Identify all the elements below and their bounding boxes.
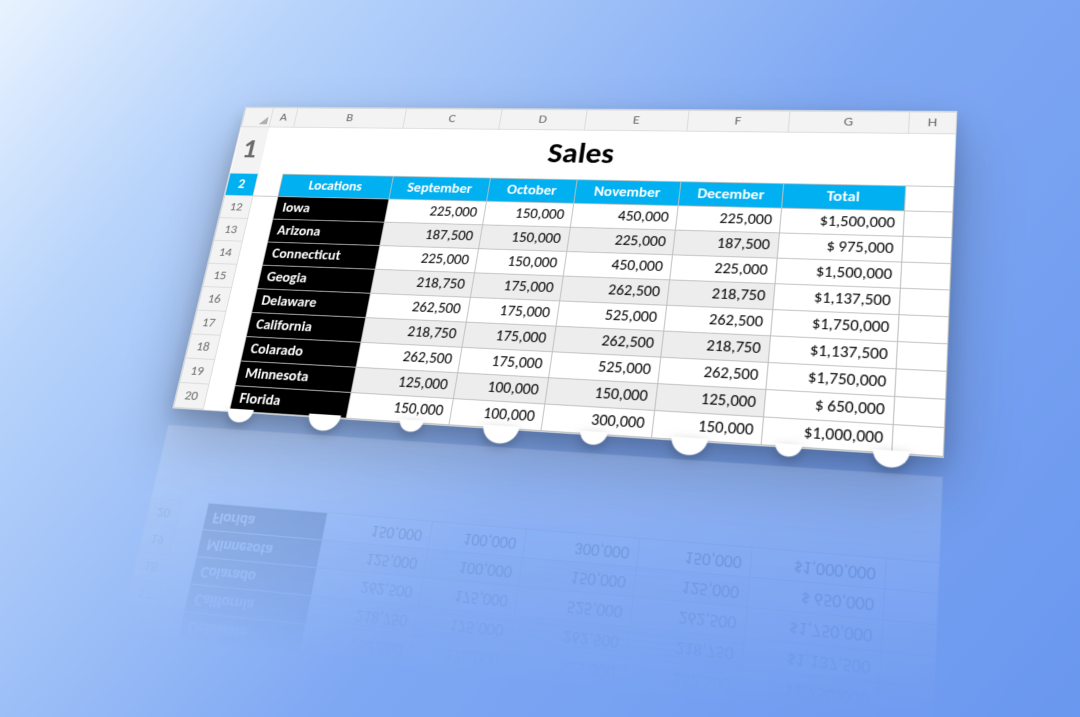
col-header-B[interactable]: B	[294, 108, 407, 128]
header-total[interactable]: Total	[782, 183, 906, 210]
cell-location[interactable]: Iowa	[273, 196, 389, 222]
perspective-stage: A B C D E F G H 1 Sales	[117, 106, 958, 717]
cell-location[interactable]: Florida	[202, 503, 327, 540]
cell-total[interactable]: $ 975,000	[777, 233, 903, 262]
cell-october[interactable]: 150,000	[483, 201, 574, 227]
cell-september[interactable]: 225,000	[384, 199, 486, 225]
cell-december[interactable]: 225,000	[675, 206, 781, 233]
cell-november[interactable]: 450,000	[563, 251, 672, 279]
header-december[interactable]: December	[678, 181, 784, 207]
background: A B C D E F G H 1 Sales	[0, 0, 1080, 717]
header-locations[interactable]: Locations	[278, 174, 393, 199]
cell-october[interactable]: 175,000	[470, 273, 563, 301]
col-header-H[interactable]: H	[908, 112, 956, 134]
row-header[interactable]: 20	[145, 498, 181, 527]
col-header-E[interactable]: E	[584, 110, 689, 131]
cell-november[interactable]: 225,000	[567, 227, 676, 255]
select-all-corner[interactable]	[241, 108, 273, 127]
cell-october[interactable]: 150,000	[479, 225, 571, 252]
cell-september[interactable]: 150,000	[346, 392, 453, 424]
cell-september[interactable]: 187,500	[380, 222, 483, 249]
col-header-C[interactable]: C	[403, 109, 502, 130]
cell-october[interactable]: 175,000	[466, 297, 559, 326]
cell-december[interactable]: 187,500	[673, 230, 780, 258]
cell-september[interactable]: 225,000	[375, 245, 478, 272]
cell-total[interactable]: $1,500,000	[779, 208, 904, 236]
row-header[interactable]: 16	[119, 606, 156, 637]
spreadsheet-table: A B C D E F G H 1 Sales	[173, 107, 957, 457]
cell-november[interactable]: 450,000	[570, 203, 678, 230]
reflection: 16 Delaware 262,500 175,000 525,000 262,…	[117, 424, 943, 717]
header-october[interactable]: October	[487, 178, 578, 203]
col-header-D[interactable]: D	[499, 109, 588, 130]
row-header[interactable]: 19	[139, 524, 176, 553]
col-header-F[interactable]: F	[687, 110, 790, 132]
cell-location[interactable]: Arizona	[268, 219, 385, 245]
cell-december[interactable]: 225,000	[670, 255, 778, 284]
cell-october[interactable]: 150,000	[475, 248, 567, 275]
header-september[interactable]: September	[389, 176, 491, 201]
spreadsheet-fragment: A B C D E F G H 1 Sales	[172, 106, 957, 457]
header-november[interactable]: November	[574, 180, 681, 206]
cell-december[interactable]: 150,000	[637, 538, 753, 577]
col-header-G[interactable]: G	[788, 111, 909, 133]
